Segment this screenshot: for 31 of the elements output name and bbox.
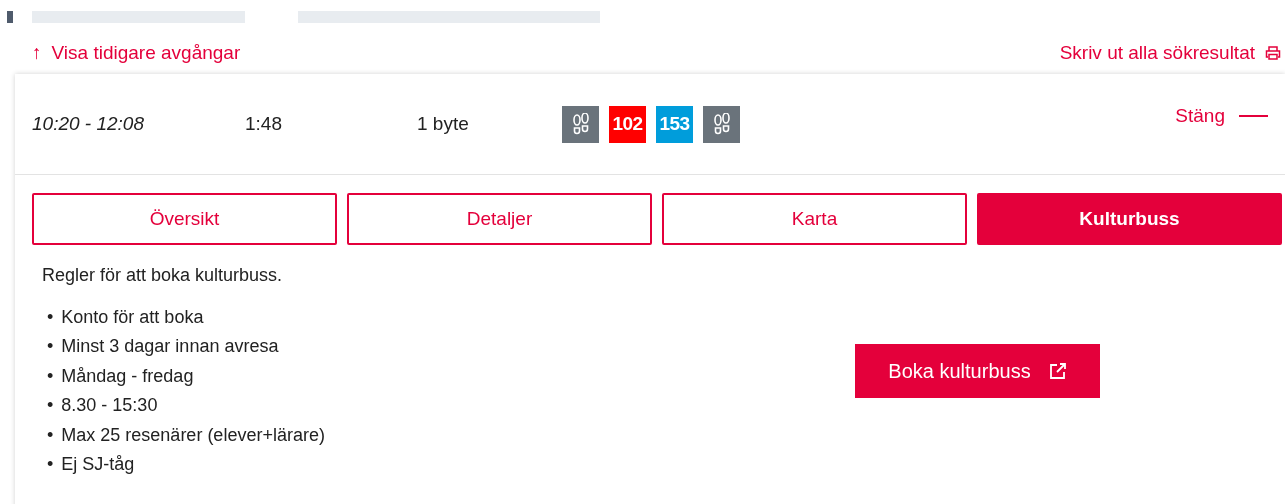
- bullet-mark: •: [47, 335, 54, 358]
- trip-time: 10:20 - 12:08: [32, 113, 145, 135]
- close-button[interactable]: Stäng: [1175, 105, 1268, 127]
- footsteps-icon: [711, 113, 732, 135]
- rule-item: Max 25 resenärer (elever+lärare): [61, 423, 325, 446]
- marker-bar: [7, 11, 13, 23]
- print-results-link[interactable]: Skriv ut alla sökresultat: [1059, 42, 1281, 64]
- tab[interactable]: Översikt: [32, 193, 337, 245]
- rule-item: Konto för att boka: [61, 305, 204, 328]
- bullet-mark: •: [47, 423, 54, 446]
- rule-item: Minst 3 dagar innan avresa: [61, 335, 279, 358]
- external-link-icon: [1048, 362, 1067, 380]
- bullet-mark: •: [47, 453, 54, 476]
- rule-item: 8.30 - 15:30: [61, 394, 158, 417]
- line-badge: 153: [656, 105, 693, 143]
- bullet-mark: •: [47, 394, 54, 417]
- rule-item: Ej SJ-tåg: [61, 453, 135, 476]
- bullet-mark: •: [47, 305, 54, 328]
- tab[interactable]: Detaljer: [347, 193, 652, 245]
- footsteps-icon: [570, 113, 591, 135]
- rule-item: Måndag - fredag: [61, 364, 194, 387]
- earlier-departures-link[interactable]: ↑ Visa tidigare avgångar: [32, 42, 241, 64]
- bullet-mark: •: [47, 364, 54, 387]
- printer-icon: [1265, 45, 1281, 61]
- rules-intro: Regler för att boka kulturbuss.: [42, 265, 284, 286]
- tab[interactable]: Karta: [662, 193, 967, 245]
- line-badge: 102: [609, 105, 646, 143]
- trip-changes: 1 byte: [417, 113, 470, 135]
- tab[interactable]: Kulturbuss: [977, 193, 1282, 245]
- trip-duration: 1:48: [245, 113, 283, 135]
- book-button[interactable]: Boka kulturbuss: [855, 344, 1100, 398]
